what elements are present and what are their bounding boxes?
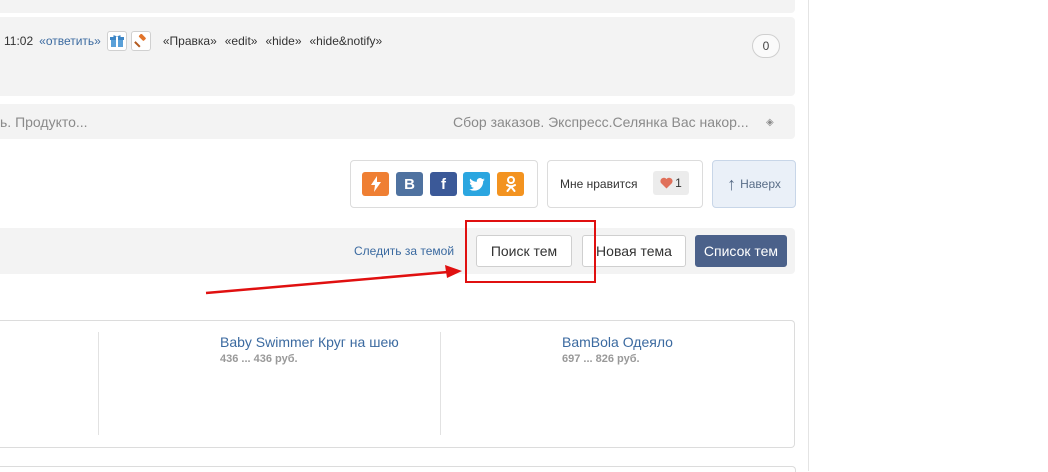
product-price: 697 ... 826 руб.	[562, 353, 640, 365]
next-panel-edge	[0, 466, 796, 472]
scroll-top-button[interactable]: ↑ Наверх	[712, 160, 796, 208]
new-topic-button[interactable]: Новая тема	[582, 235, 686, 267]
hide-notify-link[interactable]: «hide&notify»	[310, 34, 383, 48]
product-name[interactable]: Baby Swimmer Круг на шею	[220, 334, 399, 350]
annotation-arrow-icon	[205, 265, 462, 295]
product-divider	[98, 332, 99, 435]
like-label: Мне нравится	[560, 177, 638, 191]
twitter-icon[interactable]	[463, 172, 490, 196]
reply-link[interactable]: «ответить»	[39, 34, 101, 48]
follow-topic-link[interactable]: Следить за темой	[354, 244, 454, 258]
gift-icon[interactable]	[106, 31, 127, 51]
odnoklassniki-icon[interactable]	[497, 172, 524, 196]
related-topic-next[interactable]: Сбор заказов. Экспресс.Селянка Вас накор…	[453, 114, 749, 130]
arrow-up-icon: ↑	[727, 174, 737, 194]
related-more-icon[interactable]: ◈	[766, 117, 774, 128]
product-divider	[440, 332, 441, 435]
vk-icon[interactable]: В	[396, 172, 423, 196]
sidebar-divider	[808, 0, 809, 471]
related-topic-prev[interactable]: ь. Продукто...	[0, 114, 88, 130]
annotation-highlight-box	[465, 220, 596, 283]
heart-icon	[660, 177, 673, 189]
post-meta: 11:02 «ответить» «Правка» «edit» «hide» …	[4, 31, 382, 51]
post-count-badge: 0	[752, 34, 780, 58]
post-panel	[0, 17, 795, 96]
product-price: 436 ... 436 руб.	[220, 353, 298, 365]
previous-post-panel	[0, 0, 795, 13]
like-button[interactable]: 1	[653, 171, 689, 195]
facebook-icon[interactable]: f	[430, 172, 457, 196]
like-count: 1	[675, 176, 682, 190]
post-time: 11:02	[4, 34, 34, 48]
scroll-top-label: Наверх	[740, 177, 781, 191]
edit-link[interactable]: «edit»	[225, 34, 258, 48]
livejournal-icon[interactable]	[362, 172, 389, 196]
edit-ru-link[interactable]: «Правка»	[163, 34, 217, 48]
gavel-icon[interactable]	[130, 31, 151, 51]
hide-link[interactable]: «hide»	[265, 34, 301, 48]
topic-list-button[interactable]: Список тем	[695, 235, 787, 267]
product-name[interactable]: BamBola Одеяло	[562, 334, 673, 350]
